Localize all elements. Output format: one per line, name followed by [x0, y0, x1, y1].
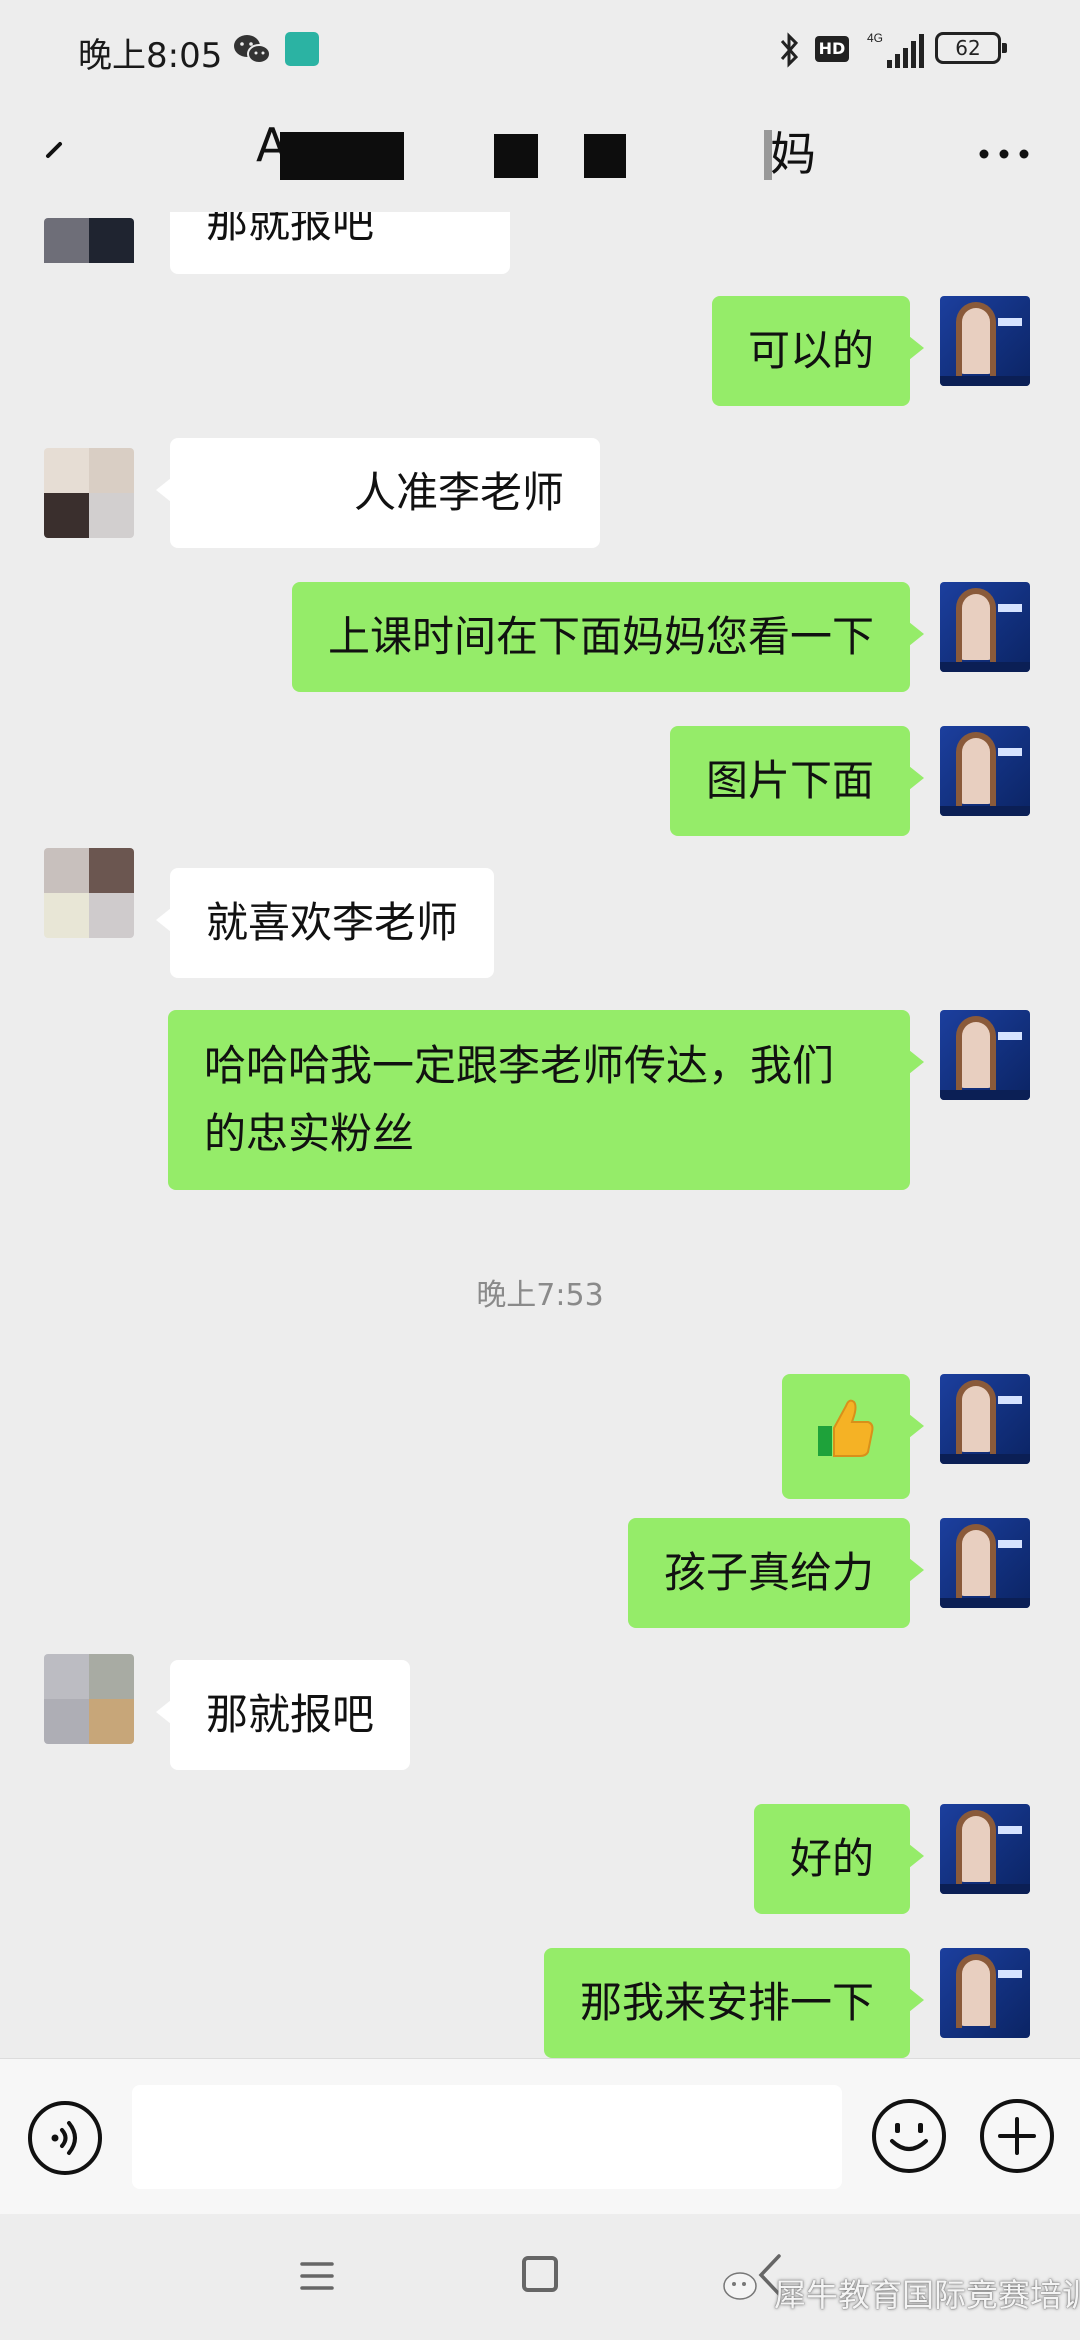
thumbs-up-emoji: [816, 1392, 876, 1462]
avatar-hair: [956, 302, 996, 376]
redaction-bar: [584, 134, 626, 178]
contact-avatar[interactable]: [44, 848, 134, 938]
status-time: 晚上8:05: [78, 36, 223, 76]
contact-avatar[interactable]: [44, 1654, 134, 1744]
message-bubble-sent[interactable]: 孩子真给力: [627, 1518, 925, 1628]
message-bubble-sent[interactable]: 哈哈哈我一定跟李老师传达，我们的忠实粉丝: [168, 1010, 924, 1190]
contact-avatar[interactable]: [44, 218, 134, 308]
network-type: 4G: [867, 31, 883, 45]
message-text: 那我来安排一下: [579, 1978, 874, 2027]
input-bar: [0, 2058, 1080, 2214]
message-text: 就喜欢李老师: [206, 898, 459, 947]
message-text: 可以的: [747, 326, 874, 375]
message-bubble-sent[interactable]: 可以的: [711, 296, 925, 406]
redaction-bar: [764, 130, 772, 180]
message-bubble-sent[interactable]: 好的: [753, 1804, 925, 1914]
message-bubble-sent[interactable]: 那我来安排一下: [543, 1948, 925, 2058]
message-bubble-sent[interactable]: 上课时间在下面妈妈您看一下: [291, 582, 925, 692]
battery-level: 62: [955, 36, 981, 60]
wechat-icon: [234, 35, 271, 64]
signal-icon: 4G: [867, 31, 924, 68]
emoji-icon[interactable]: [870, 2097, 948, 2175]
more-dots-icon[interactable]: [970, 122, 1050, 182]
back-arrow-icon[interactable]: [40, 120, 80, 190]
plus-icon[interactable]: [978, 2097, 1056, 2175]
chat-header: A 妈: [0, 100, 1080, 212]
time-divider: 晚上7:53: [476, 1278, 604, 1313]
redaction-bar: [280, 132, 404, 180]
home-icon[interactable]: [522, 2256, 558, 2292]
bluetooth-icon: [780, 32, 799, 68]
avatar-card-label: [998, 318, 1022, 326]
message-text: 那就报吧: [206, 1690, 375, 1739]
contact-avatar[interactable]: [44, 448, 134, 538]
self-avatar[interactable]: [940, 582, 1030, 672]
system-nav-bar: 犀牛教育国际竞赛培训: [0, 2214, 1080, 2340]
self-avatar[interactable]: [940, 296, 1030, 386]
message-text: 好的: [789, 1834, 874, 1883]
self-avatar[interactable]: [940, 1948, 1030, 2038]
self-avatar[interactable]: [940, 726, 1030, 816]
message-bubble-received[interactable]: 那就报吧: [155, 1660, 411, 1770]
message-text: 那就报吧: [206, 212, 375, 247]
self-avatar[interactable]: [940, 1374, 1030, 1464]
redaction-bar: [494, 134, 538, 178]
message-text: 人准李老师: [353, 468, 564, 517]
chat-title-end: 妈: [770, 127, 818, 181]
message-bubble-sent[interactable]: [782, 1374, 924, 1499]
message-bubble-received[interactable]: 人准李老师 人准李老师: [156, 438, 600, 548]
self-avatar[interactable]: [940, 1010, 1030, 1100]
message-text: 哈哈哈我一定跟李老师传达，我们的忠实粉丝: [204, 1041, 835, 1158]
thumbs-up-icon: [818, 1399, 874, 1457]
battery-icon: 62: [935, 32, 1007, 64]
self-avatar[interactable]: [940, 1804, 1030, 1894]
status-bar: 晚上8:05 HD 4G 62: [0, 0, 1080, 100]
message-text: 上课时间在下面妈妈您看一下: [327, 612, 874, 661]
avatar-card-label: [940, 376, 1030, 386]
message-bubble-received[interactable]: 那就报吧: [170, 212, 510, 274]
message-input[interactable]: [132, 2085, 842, 2189]
chat-message-list[interactable]: 那就报吧 可以的 人准李老师 人准李老师 上课时间在下面妈妈您看一下 图片下面: [0, 212, 1080, 2058]
watermark-wechat-icon: [723, 2272, 757, 2300]
hd-icon: HD: [815, 36, 849, 62]
voice-icon[interactable]: [26, 2099, 104, 2177]
self-avatar[interactable]: [940, 1518, 1030, 1608]
message-text: 孩子真给力: [663, 1548, 874, 1597]
watermark-text: 犀牛教育国际竞赛培训: [774, 2276, 1080, 2314]
menu-icon[interactable]: [298, 2258, 336, 2294]
message-bubble-sent[interactable]: 图片下面: [669, 726, 925, 836]
message-app-icon: [285, 32, 319, 66]
message-text: 图片下面: [705, 756, 874, 805]
message-bubble-received[interactable]: 就喜欢李老师: [155, 868, 495, 978]
